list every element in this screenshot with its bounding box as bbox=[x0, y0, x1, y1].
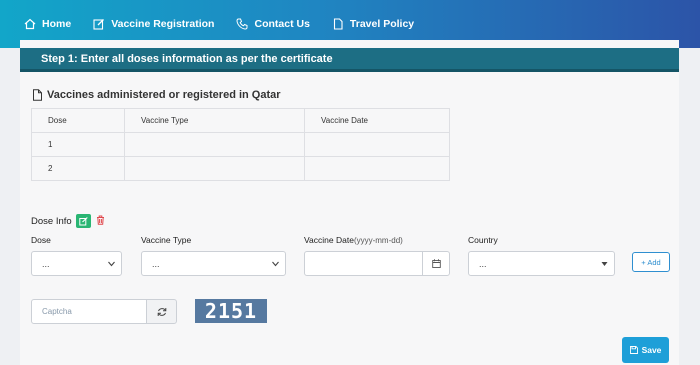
chevron-down-icon bbox=[272, 261, 279, 267]
edit-dose-button[interactable] bbox=[75, 214, 91, 228]
registration-card: Step 1: Enter all doses information as p… bbox=[20, 40, 679, 365]
table-header-row: Dose Vaccine Type Vaccine Date bbox=[31, 108, 450, 133]
step-title: Step 1: Enter all doses information as p… bbox=[20, 48, 679, 72]
vaccine-type-label: Vaccine Type bbox=[141, 235, 192, 245]
caret-down-icon bbox=[601, 262, 608, 266]
column-header-dose: Dose bbox=[31, 108, 125, 133]
nav-vaccine-registration-label: Vaccine Registration bbox=[111, 18, 215, 30]
document-icon bbox=[33, 89, 42, 101]
dose-cell: 2 bbox=[31, 156, 125, 181]
calendar-button[interactable] bbox=[422, 252, 449, 275]
nav-travel-policy-label: Travel Policy bbox=[349, 18, 415, 30]
vaccine-date-cell bbox=[304, 132, 450, 157]
nav-contact-us[interactable]: Contact Us bbox=[236, 18, 310, 30]
document-icon bbox=[333, 18, 343, 30]
phone-icon bbox=[236, 18, 248, 30]
nav-travel-policy[interactable]: Travel Policy bbox=[332, 18, 414, 30]
home-icon bbox=[24, 18, 36, 30]
vaccine-date-input[interactable] bbox=[304, 251, 450, 276]
vaccine-type-select-value: ... bbox=[152, 258, 160, 269]
save-button[interactable]: Save bbox=[622, 337, 669, 363]
refresh-captcha-button[interactable] bbox=[146, 299, 177, 324]
captcha-input[interactable]: Captcha bbox=[31, 299, 147, 324]
vaccine-type-cell bbox=[124, 132, 305, 157]
country-select-value: ... bbox=[479, 258, 487, 269]
dose-cell: 1 bbox=[31, 132, 125, 157]
refresh-icon bbox=[157, 307, 166, 316]
captcha-placeholder: Captcha bbox=[42, 307, 72, 316]
dose-label: Dose bbox=[31, 235, 51, 245]
save-label: Save bbox=[641, 345, 662, 355]
dose-select[interactable]: ... bbox=[31, 251, 122, 276]
add-dose-button[interactable]: + Add bbox=[632, 252, 670, 272]
table-row: 2 bbox=[31, 156, 450, 181]
edit-icon bbox=[78, 216, 88, 225]
dose-info-label: Dose Info bbox=[31, 215, 72, 227]
column-header-vaccine-date: Vaccine Date bbox=[304, 108, 450, 133]
dose-select-value: ... bbox=[42, 258, 50, 269]
nav-home[interactable]: Home bbox=[24, 18, 71, 30]
delete-dose-button[interactable] bbox=[96, 215, 105, 228]
doses-table: Dose Vaccine Type Vaccine Date 1 2 bbox=[31, 108, 450, 181]
country-label: Country bbox=[468, 235, 498, 245]
edit-icon bbox=[93, 19, 105, 30]
nav-home-label: Home bbox=[42, 18, 72, 30]
captcha-image: 2151 bbox=[195, 299, 267, 323]
vaccine-date-label-text: Vaccine Date bbox=[304, 235, 354, 245]
section-title: Vaccines administered or registered in Q… bbox=[32, 89, 281, 101]
chevron-down-icon bbox=[108, 261, 115, 267]
vaccine-type-cell bbox=[124, 156, 305, 181]
save-icon bbox=[629, 346, 638, 354]
vaccine-date-format-hint: (yyyy-mm-dd) bbox=[353, 236, 403, 245]
column-header-vaccine-type: Vaccine Type bbox=[124, 108, 305, 133]
vaccine-date-cell bbox=[304, 156, 450, 181]
vaccine-date-label: Vaccine Date(yyyy-mm-dd) bbox=[304, 235, 403, 245]
nav-vaccine-registration[interactable]: Vaccine Registration bbox=[93, 18, 214, 30]
country-select[interactable]: ... bbox=[468, 251, 615, 276]
dose-info-header: Dose Info bbox=[31, 214, 105, 228]
section-title-text: Vaccines administered or registered in Q… bbox=[47, 89, 281, 101]
vaccine-type-select[interactable]: ... bbox=[141, 251, 286, 276]
calendar-icon bbox=[431, 259, 441, 268]
table-row: 1 bbox=[31, 132, 450, 157]
nav-contact-us-label: Contact Us bbox=[254, 18, 310, 30]
trash-icon bbox=[96, 215, 104, 225]
